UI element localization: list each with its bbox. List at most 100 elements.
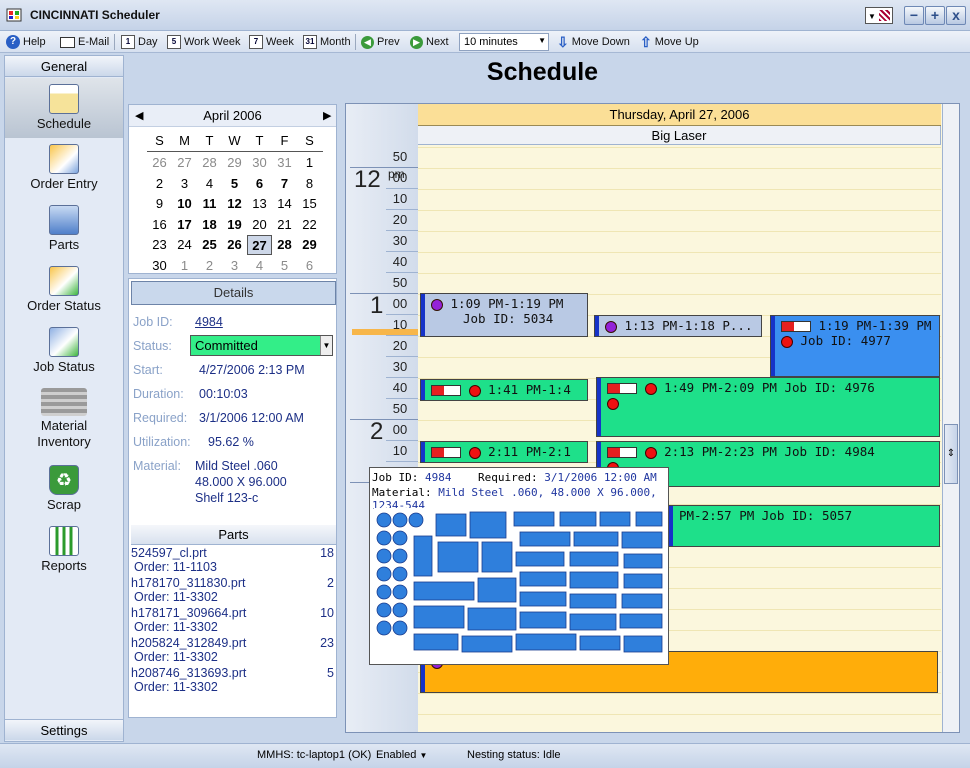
calendar-day[interactable]: 7	[272, 174, 297, 194]
zoom-interval-select[interactable]: 10 minutes ▼	[459, 33, 549, 51]
calendar-day[interactable]: 21	[272, 215, 297, 235]
part-row[interactable]: 524597_cl.prt 18 Order: 11-1103	[131, 546, 334, 574]
maximize-button[interactable]: +	[925, 6, 945, 25]
calendar-day[interactable]: 28	[197, 153, 222, 173]
appointment-time: 2:11 PM-2:1	[488, 444, 571, 459]
calendar-day[interactable]: 22	[297, 215, 322, 235]
close-button[interactable]: x	[946, 6, 966, 25]
calendar-day[interactable]: 8	[297, 174, 322, 194]
nav-item-job-status[interactable]: Job Status	[5, 327, 123, 383]
schedule-appointment[interactable]: 1:49 PM-2:09 PM Job ID: 4976	[596, 377, 940, 437]
calendar-day[interactable]: 24	[172, 235, 197, 255]
calendar-day[interactable]: 30	[147, 256, 172, 276]
schedule-slot-line	[418, 714, 941, 715]
calendar-day[interactable]: 19	[222, 215, 247, 235]
calendar-day[interactable]: 26	[147, 153, 172, 173]
schedule-appointment[interactable]: PM-2:57 PM Job ID: 5057	[668, 505, 940, 547]
part-quantity: 18	[320, 546, 334, 560]
email-button[interactable]: E-Mail	[60, 33, 109, 51]
part-row[interactable]: h205824_312849.prt 23 Order: 11-3302	[131, 636, 334, 664]
move-up-button[interactable]: ⇧ Move Up	[640, 33, 699, 51]
mini-calendar: April 2006 ◀ ▶ S M T W T F S 26 27 28 29 30 31 1 2 3 4 5 6…	[128, 104, 337, 274]
calendar-day[interactable]: 17	[172, 215, 197, 235]
nav-item-schedule[interactable]: Schedule	[5, 78, 123, 138]
appointment-time: 1:19 PM-1:39 PM	[818, 318, 932, 333]
nav-header[interactable]: General	[5, 56, 123, 77]
time-minute-label: 50	[392, 401, 408, 416]
calendar-day[interactable]: 4	[197, 174, 222, 194]
help-button[interactable]: ? Help	[6, 33, 46, 51]
calendar-day[interactable]: 30	[247, 153, 272, 173]
calendar-day[interactable]: 20	[247, 215, 272, 235]
nav-item-reports[interactable]: Reports	[5, 526, 123, 582]
prev-button[interactable]: ◀ Prev	[361, 33, 400, 51]
calendar-day[interactable]: 3	[222, 256, 247, 276]
material-line-2: 48.000 X 96.000	[195, 475, 287, 489]
nav-item-scrap[interactable]: ♻ Scrap	[5, 465, 123, 521]
nav-item-material-inventory[interactable]: Material Inventory	[5, 388, 123, 460]
calendar-day[interactable]: 1	[297, 153, 322, 173]
move-down-button[interactable]: ⇩ Move Down	[557, 33, 630, 51]
nav-settings[interactable]: Settings	[5, 719, 123, 740]
calendar-day[interactable]: 23	[147, 235, 172, 255]
part-order: Order: 11-3302	[134, 590, 218, 604]
calendar-day[interactable]: 4	[247, 256, 272, 276]
calendar-day[interactable]: 6	[297, 256, 322, 276]
schedule-appointment[interactable]: 1:09 PM-1:19 PM Job ID: 5034	[420, 293, 588, 337]
schedule-appointment[interactable]: 2:11 PM-2:1	[420, 441, 588, 463]
status-select[interactable]: Committed ▼	[190, 335, 333, 356]
nav-item-order-status[interactable]: Order Status	[5, 266, 123, 322]
calendar-day[interactable]: 6	[247, 174, 272, 194]
calendar-day[interactable]: 5	[272, 256, 297, 276]
calendar-day[interactable]: 15	[297, 194, 322, 214]
calendar-day[interactable]: 2	[147, 174, 172, 194]
calendar-day[interactable]: 29	[222, 153, 247, 173]
system-menu-icon[interactable]: ▼	[865, 7, 893, 24]
calendar-day[interactable]: 10	[172, 194, 197, 214]
work-week-view-button[interactable]: 5 Work Week	[167, 33, 240, 51]
calendar-day[interactable]: 11	[197, 194, 222, 214]
schedule-appointment[interactable]: 1:41 PM-1:4	[420, 379, 588, 401]
tooltip-material-label: Material:	[372, 486, 432, 499]
part-row[interactable]: h178171_309664.prt 10 Order: 11-3302	[131, 606, 334, 634]
calendar-day[interactable]: 26	[222, 235, 247, 255]
calendar-day[interactable]: 13	[247, 194, 272, 214]
calendar-day[interactable]: 27	[247, 235, 272, 255]
appointment-time: 2:13 PM-2:23 PM Job ID: 4984	[664, 444, 875, 459]
calendar-day[interactable]: 18	[197, 215, 222, 235]
prev-month-arrow-icon[interactable]: ◀	[135, 109, 143, 122]
calendar-day[interactable]: 31	[272, 153, 297, 173]
calendar-day[interactable]: 9	[147, 194, 172, 214]
scroll-thumb[interactable]: ⇕	[944, 424, 958, 484]
schedule-appointment[interactable]: 1:13 PM-1:18 P...	[594, 315, 762, 337]
next-arrow-icon: ▶	[410, 35, 423, 49]
job-id-link[interactable]: 4984	[195, 315, 223, 329]
calendar-day[interactable]: 28	[272, 235, 297, 255]
month-view-button[interactable]: 31 Month	[303, 33, 351, 51]
calendar-day[interactable]: 14	[272, 194, 297, 214]
calendar-day[interactable]: 16	[147, 215, 172, 235]
nav-item-order-entry[interactable]: Order Entry	[5, 144, 123, 200]
schedule-appointment[interactable]: 1:19 PM-1:39 PM Job ID: 4977	[770, 315, 940, 377]
time-minute-line	[386, 251, 418, 252]
calendar-day[interactable]: 3	[172, 174, 197, 194]
calendar-day[interactable]: 5	[222, 174, 247, 194]
minimize-button[interactable]: −	[904, 6, 924, 25]
next-button[interactable]: ▶ Next	[410, 33, 449, 51]
day-view-button[interactable]: 1 Day	[121, 33, 158, 51]
nav-item-parts[interactable]: Parts	[5, 205, 123, 261]
calendar-day[interactable]: 12	[222, 194, 247, 214]
time-minute-label: 20	[392, 212, 408, 227]
calendar-day[interactable]: 27	[172, 153, 197, 173]
calendar-day[interactable]: 25	[197, 235, 222, 255]
time-minute-label: 00	[392, 296, 408, 311]
enabled-dropdown[interactable]: Enabled ▼	[376, 749, 427, 761]
vertical-scrollbar[interactable]: ⇕	[942, 104, 959, 732]
calendar-day[interactable]: 2	[197, 256, 222, 276]
part-row[interactable]: h208746_313693.prt 5 Order: 11-3302	[131, 666, 334, 694]
part-row[interactable]: h178170_311830.prt 2 Order: 11-3302	[131, 576, 334, 604]
next-month-arrow-icon[interactable]: ▶	[323, 109, 331, 122]
calendar-day[interactable]: 1	[172, 256, 197, 276]
calendar-day[interactable]: 29	[297, 235, 322, 255]
week-view-button[interactable]: 7 Week	[249, 33, 294, 51]
